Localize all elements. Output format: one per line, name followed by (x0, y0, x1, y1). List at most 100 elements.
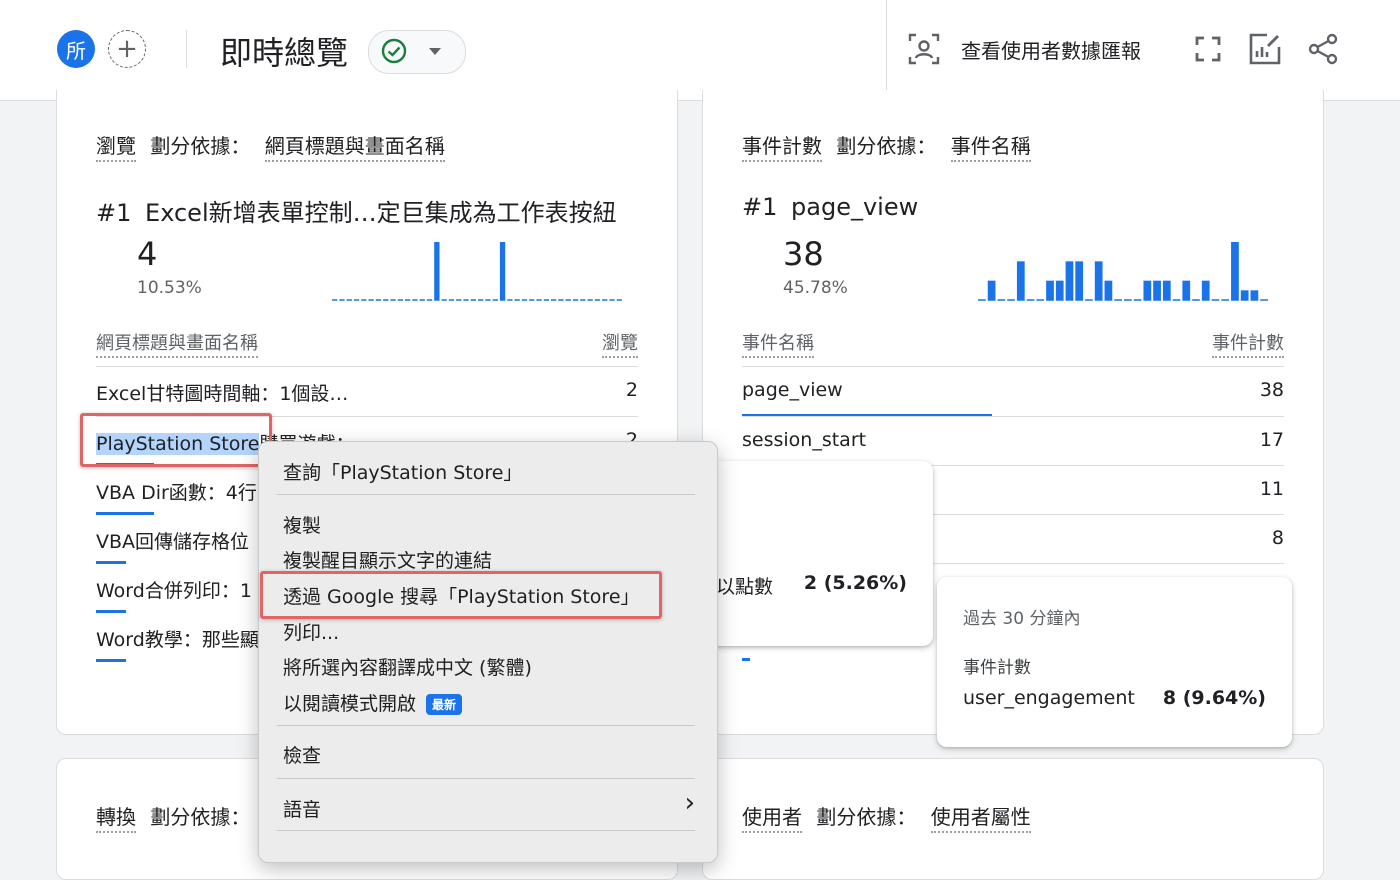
dimension-selector[interactable]: 使用者屬性 (930, 805, 1031, 833)
sparkline-bar (1250, 290, 1259, 300)
column-header-metric[interactable]: 瀏覽 (602, 329, 638, 358)
menu-separator (277, 725, 695, 726)
page-title: 即時總覽 (220, 34, 349, 72)
metric-selector[interactable]: 轉換 (96, 805, 136, 833)
property-avatar[interactable]: 所 (57, 30, 95, 68)
row-bar (742, 658, 750, 661)
dimension-selector[interactable]: 事件名稱 (950, 134, 1031, 162)
breakdown-label: 劃分依據： (150, 134, 251, 158)
dimension-selector[interactable]: 網頁標題與畫面名稱 (264, 134, 445, 162)
sparkline-chart (332, 242, 622, 301)
table-row-value: 8 (1271, 527, 1284, 549)
users-card: 使用者 劃分依據： 使用者屬性 (702, 758, 1324, 880)
menu-item-copy-link[interactable]: 複製醒目顯示文字的連結 (283, 546, 492, 573)
table-row-value: 38 (1259, 379, 1284, 401)
table-row-label: Word合併列印：1 (96, 580, 252, 602)
add-comparison-button[interactable]: + (108, 30, 146, 68)
new-badge: 最新 (426, 694, 463, 715)
column-header-dimension[interactable]: 網頁標題與畫面名稱 (96, 329, 258, 358)
user-snapshot-icon[interactable] (907, 32, 941, 66)
card-header: 事件計數 劃分依據： 事件名稱 (742, 130, 1031, 162)
sparkline-bar (1240, 290, 1249, 300)
divider (96, 366, 638, 367)
table-row-value: 2 (625, 379, 638, 401)
sparkline-bar (1104, 280, 1113, 300)
top-item-value: 38 (783, 235, 824, 273)
column-header-metric[interactable]: 事件計數 (1212, 329, 1284, 358)
event-tooltip: 過去 30 分鐘內 事件計數 user_engagement 8 (9.64%) (937, 577, 1292, 747)
divider (742, 416, 1284, 417)
top-item-value: 4 (137, 235, 158, 273)
sparkline-bar (434, 242, 440, 300)
sparkline-bar (1075, 261, 1084, 300)
card-header: 轉換 劃分依據： (96, 801, 251, 833)
chevron-down-icon (429, 48, 441, 55)
table-row-label: Word教學：那些顯 (96, 629, 259, 651)
context-menu: 查詢「PlayStation Store」 複製 複製醒目顯示文字的連結 透過 … (258, 441, 718, 863)
breakdown-label: 劃分依據： (150, 805, 251, 829)
share-icon[interactable] (1306, 32, 1340, 66)
row-bar (96, 659, 126, 662)
table-row-label: session_start (742, 429, 867, 451)
column-header-dimension[interactable]: 事件名稱 (742, 329, 814, 358)
table-row-label: Excel甘特圖時間軸：1個設… (96, 383, 349, 405)
selection-highlight-box (80, 413, 272, 467)
metric-selector[interactable]: 事件計數 (742, 134, 822, 162)
menu-item-copy[interactable]: 複製 (283, 511, 321, 538)
sparkline-bar (1094, 261, 1103, 300)
sparkline-bar (499, 242, 506, 300)
card-header: 使用者 劃分依據： 使用者屬性 (742, 801, 1031, 833)
user-report-link[interactable]: 查看使用者數據匯報 (961, 35, 1141, 64)
breakdown-label: 劃分依據： (836, 134, 937, 158)
menu-separator (277, 778, 695, 779)
check-circle-icon (381, 38, 407, 64)
row-bar (96, 512, 154, 515)
metric-selector[interactable]: 使用者 (742, 805, 802, 833)
sparkline-bar (1055, 280, 1064, 300)
menu-item-lookup[interactable]: 查詢「PlayStation Store」 (283, 458, 522, 485)
tooltip-event-value: 8 (9.64%) (1162, 687, 1266, 709)
status-dropdown[interactable] (368, 30, 466, 74)
divider (186, 30, 187, 68)
table-row-label: page_view (742, 379, 843, 401)
table-row-value: 17 (1259, 429, 1284, 451)
sparkline-bar (1231, 242, 1239, 300)
sparkline-chart (978, 242, 1268, 301)
tooltip-value: 2 (5.26%) (803, 572, 907, 594)
top-item-percent: 45.78% (783, 278, 848, 298)
top-bar: 所 + 即時總覽 查看使用者數據匯報 (0, 0, 1400, 101)
menu-item-print[interactable]: 列印... (283, 618, 339, 645)
top-item-percent: 10.53% (137, 278, 202, 298)
menu-item-inspect[interactable]: 檢查 (283, 741, 321, 768)
menu-highlight-box (260, 571, 662, 619)
tooltip-metric: 事件計數 (963, 658, 1031, 678)
top-item-title: #1 page_view (742, 193, 919, 221)
sparkline-bar (1046, 280, 1054, 300)
top-item-title: #1 Excel新增表單控制…定巨集成為工作表按紐 (96, 199, 617, 227)
card-header: 瀏覽 劃分依據： 網頁標題與畫面名稱 (96, 130, 445, 162)
divider (742, 366, 1284, 367)
sparkline-bar (1201, 280, 1210, 300)
table-row-value: 11 (1259, 478, 1284, 500)
menu-separator (277, 830, 695, 831)
menu-item-speech[interactable]: 語音 (283, 795, 321, 822)
divider (886, 0, 887, 100)
menu-separator (277, 494, 695, 495)
sparkline-bar (1016, 261, 1025, 300)
metric-selector[interactable]: 瀏覽 (96, 134, 136, 162)
tooltip-event-name: user_engagement (963, 687, 1135, 709)
sparkline-bar (1065, 261, 1074, 300)
table-row-label: VBA回傳儲存格位 (96, 531, 250, 553)
row-bar (96, 610, 126, 613)
table-row-label: VBA Dir函數：4行 (96, 482, 257, 504)
sparkline-bar (1153, 280, 1161, 300)
sparkline-bar (1182, 280, 1191, 300)
breakdown-label: 劃分依據： (816, 805, 917, 829)
tooltip-label: 以點數 (716, 576, 774, 598)
menu-item-reader-mode[interactable]: 以閱讀模式開啟 最新 (283, 689, 463, 716)
row-bar (96, 561, 126, 564)
fullscreen-icon[interactable] (1191, 32, 1225, 66)
chevron-right-icon: › (684, 788, 695, 818)
edit-report-icon[interactable] (1248, 32, 1282, 66)
menu-item-translate[interactable]: 將所選內容翻譯成中文 (繁體) (283, 653, 532, 680)
